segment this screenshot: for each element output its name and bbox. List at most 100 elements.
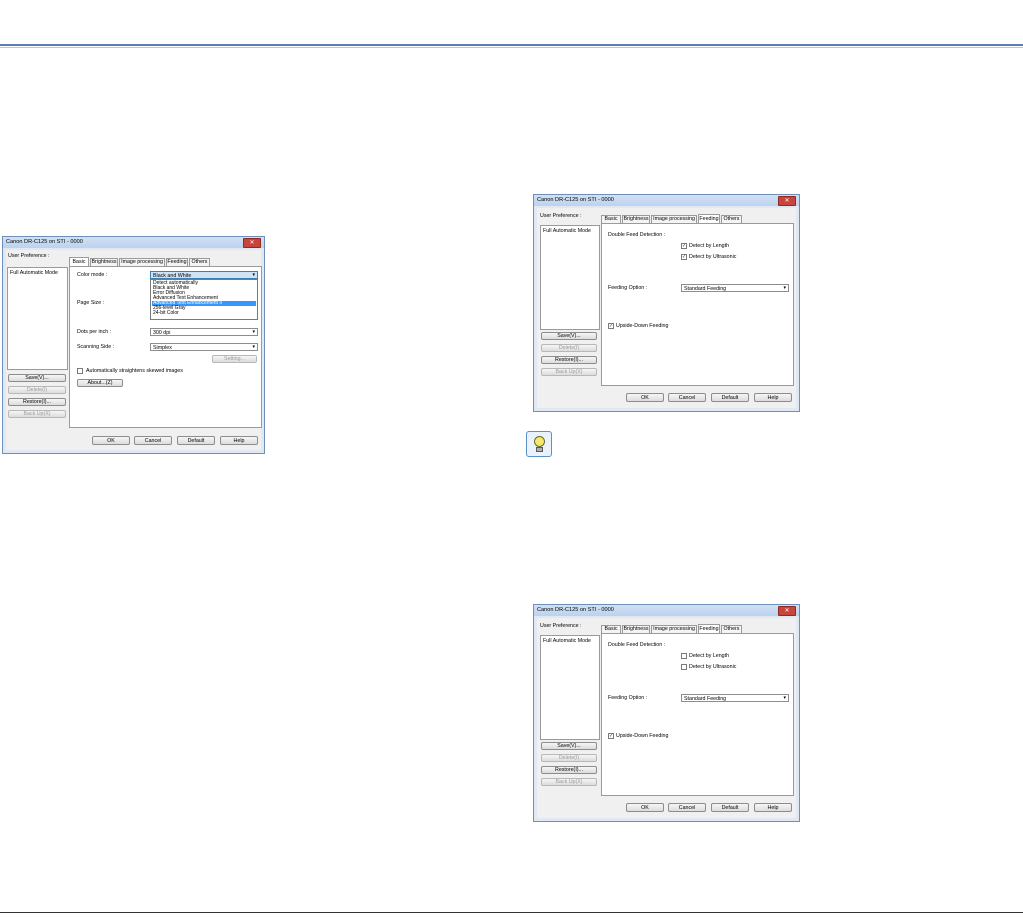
feeding-option-select[interactable]: Standard Feeding ▾ — [681, 694, 789, 702]
dialog-feeding-checked: Canon DR-C125 on STI - 0000 ✕ User Prefe… — [533, 194, 800, 412]
lightbulb-icon — [534, 436, 545, 447]
upside-down-checkbox[interactable]: ✓ — [608, 733, 614, 739]
save-button[interactable]: Save(V)... — [541, 332, 597, 340]
backup-button[interactable]: Back Up(X) — [8, 410, 66, 418]
ok-button[interactable]: OK — [92, 436, 130, 445]
backup-button[interactable]: Back Up(X) — [541, 778, 597, 786]
dialog-title: Canon DR-C125 on STI - 0000 — [537, 197, 614, 203]
dpi-select[interactable]: 300 dpi ▾ — [150, 328, 258, 336]
user-preference-label: User Preference : — [540, 213, 582, 219]
feeding-panel: Double Feed Detection : Detect by Length… — [601, 633, 794, 796]
save-button[interactable]: Save(V)... — [541, 742, 597, 750]
delete-button[interactable]: Delete(I) — [541, 344, 597, 352]
tab-brightness[interactable]: Brightness — [622, 625, 650, 633]
chevron-down-icon: ▾ — [252, 272, 255, 278]
tab-brightness[interactable]: Brightness — [90, 258, 118, 266]
upside-down-label: Upside-Down Feeding — [616, 323, 669, 329]
tab-image-processing[interactable]: Image processing — [651, 625, 697, 633]
preference-list[interactable]: Full Automatic Mode — [7, 267, 68, 370]
cancel-button[interactable]: Cancel — [668, 803, 706, 812]
save-button[interactable]: Save(V)... — [8, 374, 66, 382]
dialog-title: Canon DR-C125 on STI - 0000 — [537, 607, 614, 613]
restore-button[interactable]: Restore(I)... — [8, 398, 66, 406]
feeding-option-value: Standard Feeding — [684, 286, 727, 292]
dialog-body: User Preference : Full Automatic Mode Sa… — [537, 618, 796, 818]
chevron-down-icon: ▾ — [783, 695, 786, 701]
tab-others[interactable]: Others — [721, 215, 742, 223]
upside-down-checkbox[interactable]: ✓ — [608, 323, 614, 329]
detect-ultrasonic-checkbox[interactable]: ✓ — [681, 254, 687, 260]
detect-ultrasonic-checkbox[interactable] — [681, 664, 687, 670]
help-button[interactable]: Help — [220, 436, 258, 445]
dpi-value: 300 dpi — [153, 330, 171, 336]
default-button[interactable]: Default — [711, 803, 749, 812]
preference-list[interactable]: Full Automatic Mode — [540, 225, 600, 330]
basic-panel: Color mode : Black and White ▾ Detect au… — [69, 266, 262, 428]
color-mode-select[interactable]: Black and White ▾ — [150, 271, 258, 279]
double-feed-label: Double Feed Detection : — [608, 232, 666, 238]
feeding-panel: Double Feed Detection : ✓ Detect by Leng… — [601, 223, 794, 386]
restore-button[interactable]: Restore(I)... — [541, 356, 597, 364]
tab-others[interactable]: Others — [721, 625, 742, 633]
tab-others[interactable]: Others — [189, 258, 210, 266]
detect-length-checkbox[interactable]: ✓ — [681, 243, 687, 249]
tab-basic[interactable]: Basic — [601, 625, 621, 633]
feeding-option-value: Standard Feeding — [684, 696, 727, 702]
feeding-option-label: Feeding Option : — [608, 285, 648, 291]
tab-brightness[interactable]: Brightness — [622, 215, 650, 223]
detect-length-label: Detect by Length — [689, 653, 730, 659]
tab-feeding[interactable]: Feeding — [698, 624, 720, 633]
tab-feeding[interactable]: Feeding — [698, 214, 720, 223]
feeding-option-label: Feeding Option : — [608, 695, 648, 701]
user-preference-label: User Preference : — [8, 253, 50, 259]
header-rule — [0, 44, 1023, 46]
backup-button[interactable]: Back Up(X) — [541, 368, 597, 376]
delete-button[interactable]: Delete(I) — [8, 386, 66, 394]
default-button[interactable]: Default — [177, 436, 215, 445]
ok-button[interactable]: OK — [626, 803, 664, 812]
straighten-checkbox[interactable] — [77, 368, 83, 374]
tab-feeding[interactable]: Feeding — [166, 258, 188, 266]
chevron-down-icon: ▾ — [252, 344, 255, 350]
color-mode-label: Color mode : — [77, 272, 108, 278]
list-item[interactable]: Full Automatic Mode — [543, 638, 591, 644]
list-item[interactable]: Full Automatic Mode — [10, 270, 58, 276]
tab-image-processing[interactable]: Image processing — [119, 258, 165, 266]
close-button[interactable]: ✕ — [243, 238, 261, 248]
scanning-side-label: Scanning Side : — [77, 344, 115, 350]
close-button[interactable]: ✕ — [778, 606, 796, 616]
dialog-body: User Preference : Full Automatic Mode Sa… — [6, 250, 262, 450]
cancel-button[interactable]: Cancel — [668, 393, 706, 402]
tab-basic[interactable]: Basic — [69, 257, 89, 266]
lightbulb-base — [536, 447, 543, 452]
header-rule-shadow — [0, 47, 1023, 48]
detect-ultrasonic-label: Detect by Ultrasonic — [689, 664, 737, 670]
tab-basic[interactable]: Basic — [601, 215, 621, 223]
detect-ultrasonic-label: Detect by Ultrasonic — [689, 254, 737, 260]
feeding-option-select[interactable]: Standard Feeding ▾ — [681, 284, 789, 292]
close-button[interactable]: ✕ — [778, 196, 796, 206]
title-bar: Canon DR-C125 on STI - 0000 ✕ — [534, 195, 799, 206]
setting-button[interactable]: Setting... — [212, 355, 257, 363]
scanning-side-select[interactable]: Simplex ▾ — [150, 343, 258, 351]
tab-image-processing[interactable]: Image processing — [651, 215, 697, 223]
detect-length-label: Detect by Length — [689, 243, 730, 249]
default-button[interactable]: Default — [711, 393, 749, 402]
double-feed-label: Double Feed Detection : — [608, 642, 666, 648]
delete-button[interactable]: Delete(I) — [541, 754, 597, 762]
ok-button[interactable]: OK — [626, 393, 664, 402]
restore-button[interactable]: Restore(I)... — [541, 766, 597, 774]
about-button[interactable]: About...(Z) — [77, 379, 123, 387]
dialog-title: Canon DR-C125 on STI - 0000 — [6, 239, 83, 245]
detect-length-checkbox[interactable] — [681, 653, 687, 659]
footer-rule — [0, 912, 1023, 913]
preference-list[interactable]: Full Automatic Mode — [540, 635, 600, 740]
title-bar: Canon DR-C125 on STI - 0000 ✕ — [3, 237, 264, 248]
help-button[interactable]: Help — [754, 393, 792, 402]
list-item[interactable]: Full Automatic Mode — [543, 228, 591, 234]
dropdown-option[interactable]: 24-bit Color — [152, 311, 256, 316]
cancel-button[interactable]: Cancel — [134, 436, 172, 445]
help-button[interactable]: Help — [754, 803, 792, 812]
straighten-label: Automatically straightens skewed images — [86, 368, 183, 374]
user-preference-label: User Preference : — [540, 623, 582, 629]
